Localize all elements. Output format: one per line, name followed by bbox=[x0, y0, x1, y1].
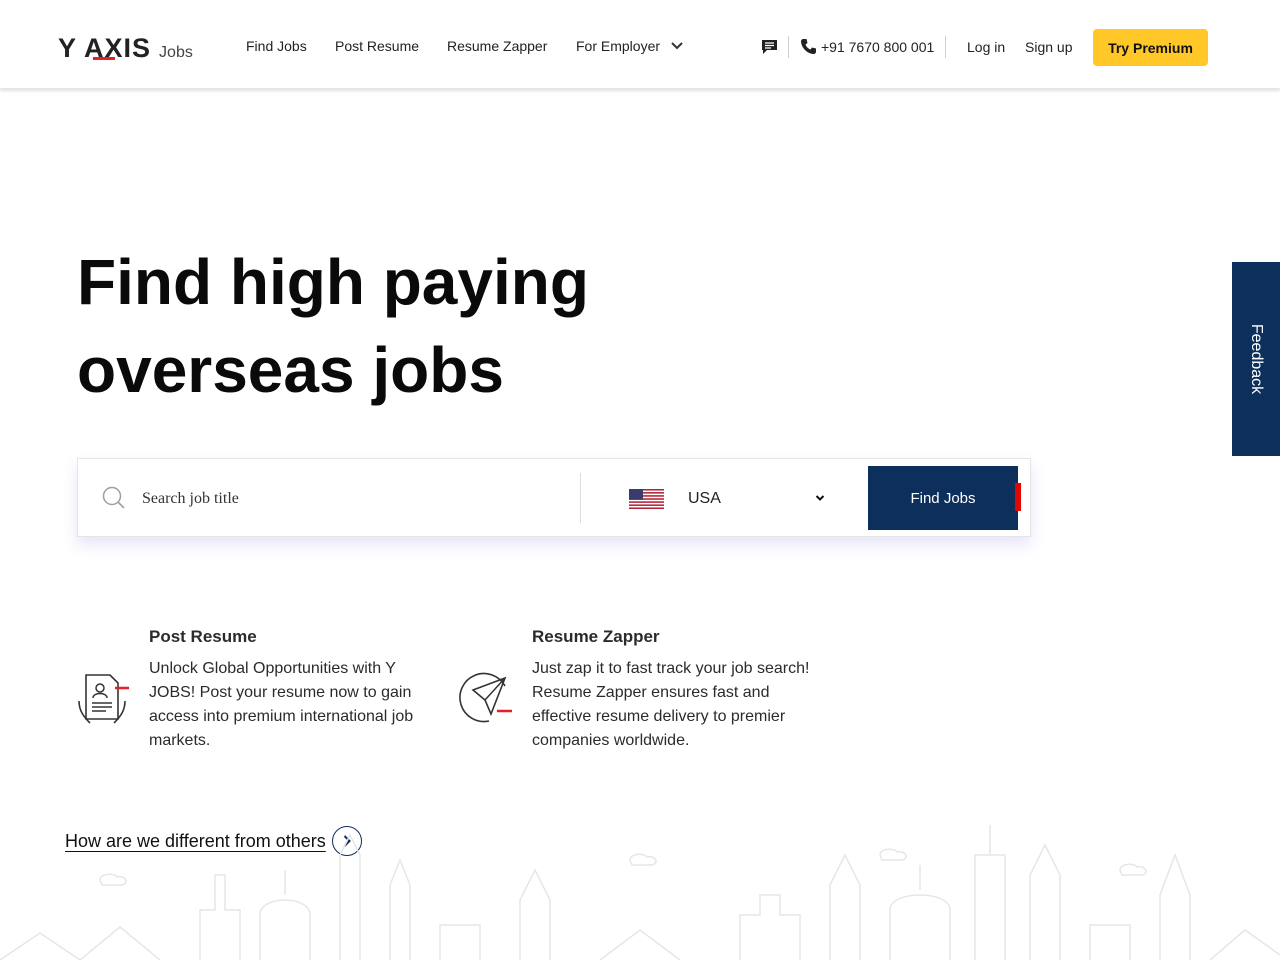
job-search-bar: USA Find Jobs bbox=[77, 458, 1031, 537]
phone-number[interactable]: +91 7670 800 001 bbox=[821, 39, 934, 55]
search-divider bbox=[580, 473, 581, 523]
find-jobs-button[interactable]: Find Jobs bbox=[868, 466, 1018, 530]
resume-document-icon bbox=[78, 674, 129, 724]
login-link[interactable]: Log in bbox=[967, 39, 1005, 55]
city-skyline-illustration bbox=[0, 825, 1280, 960]
top-header: Y AXIS Jobs Find Jobs Post Resume Resume… bbox=[0, 0, 1280, 89]
message-icon[interactable] bbox=[761, 39, 778, 55]
nav-find-jobs[interactable]: Find Jobs bbox=[246, 38, 307, 54]
nav-for-employer-label: For Employer bbox=[576, 38, 661, 54]
feedback-tab[interactable]: Feedback bbox=[1232, 262, 1280, 456]
feature-title-resume-zapper[interactable]: Resume Zapper bbox=[532, 627, 660, 647]
try-premium-button[interactable]: Try Premium bbox=[1093, 29, 1208, 66]
chevron-down-icon[interactable] bbox=[815, 494, 825, 502]
y-axis-jobs-logo[interactable]: Y AXIS Jobs bbox=[58, 30, 193, 62]
country-select[interactable]: USA bbox=[688, 490, 721, 508]
hero-title: Find high paying overseas jobs bbox=[77, 238, 777, 414]
job-title-search-input[interactable] bbox=[140, 483, 564, 515]
signup-link[interactable]: Sign up bbox=[1025, 39, 1072, 55]
paper-plane-icon bbox=[459, 672, 512, 723]
feature-desc-post-resume: Unlock Global Opportunities with Y JOBS!… bbox=[149, 660, 414, 749]
nav-resume-zapper[interactable]: Resume Zapper bbox=[447, 38, 547, 54]
nav-for-employer[interactable]: For Employer bbox=[576, 38, 684, 54]
feature-title-post-resume[interactable]: Post Resume bbox=[149, 627, 257, 647]
find-jobs-accent-bar bbox=[1015, 483, 1021, 511]
logo-subtitle: Jobs bbox=[159, 44, 193, 61]
logo-accent-bar bbox=[93, 57, 115, 60]
hero-title-line1: Find high paying bbox=[77, 246, 589, 318]
header-divider bbox=[788, 36, 789, 58]
feedback-label: Feedback bbox=[1248, 323, 1265, 395]
hero-title-line2: overseas jobs bbox=[77, 334, 504, 406]
nav-post-resume[interactable]: Post Resume bbox=[335, 38, 419, 54]
phone-icon bbox=[801, 39, 816, 54]
feature-desc-resume-zapper: Just zap it to fast track your job searc… bbox=[532, 660, 810, 749]
header-divider bbox=[945, 36, 946, 58]
usa-flag-icon bbox=[629, 489, 664, 509]
search-icon bbox=[102, 486, 125, 509]
chevron-down-icon bbox=[671, 42, 683, 50]
